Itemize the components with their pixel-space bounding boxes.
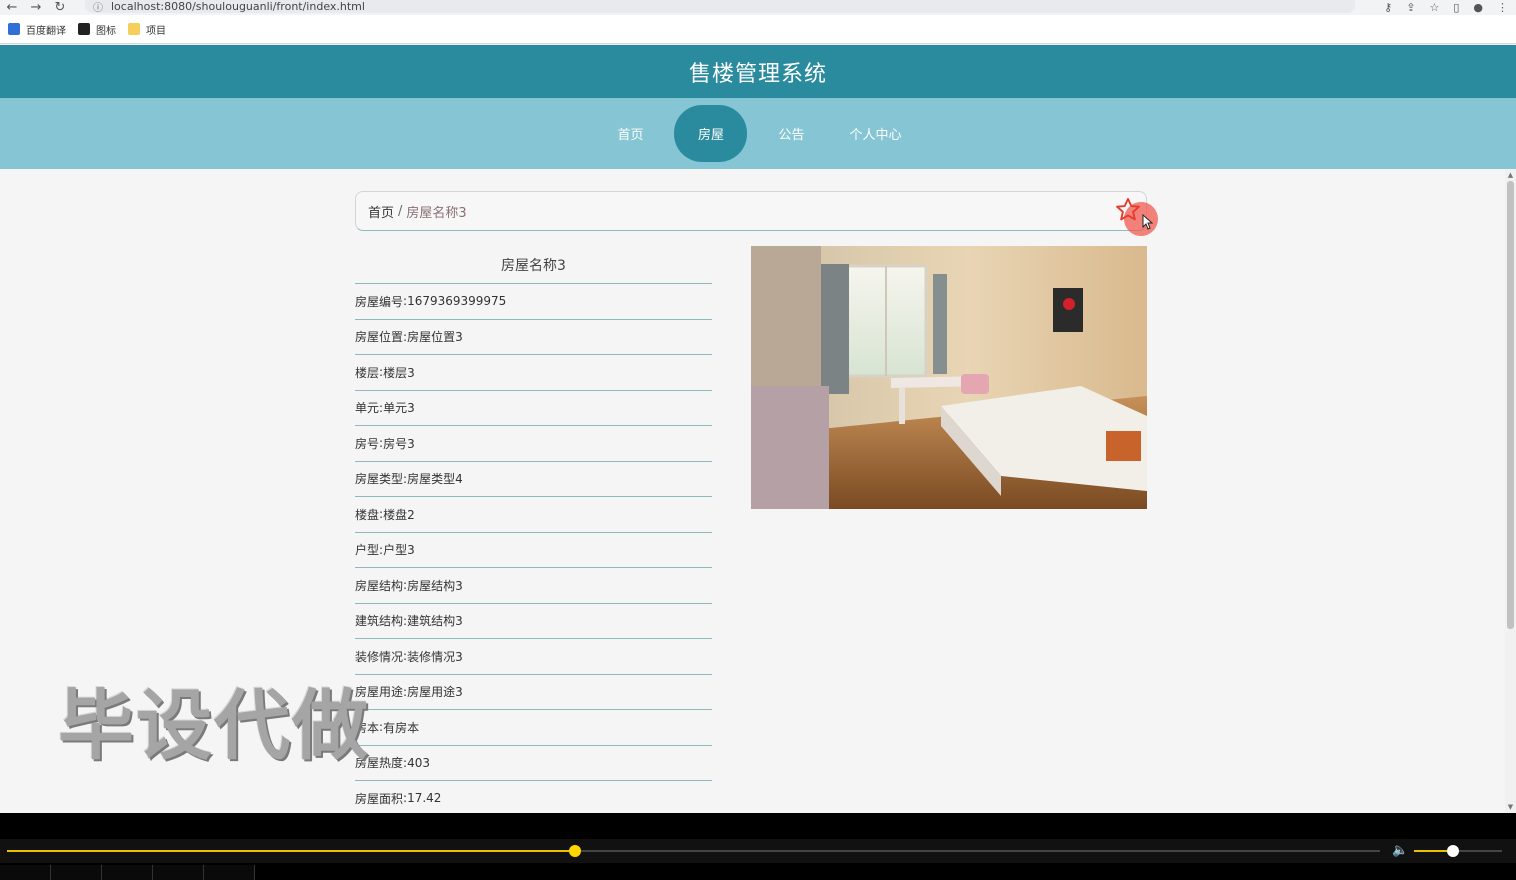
- volume-slider[interactable]: [1414, 845, 1502, 857]
- image-icon: [78, 23, 90, 35]
- detail-value: 楼层3: [383, 365, 415, 380]
- watermark-text: 毕设代做: [58, 681, 370, 770]
- breadcrumb: 首页 / 房屋名称3: [355, 191, 1158, 236]
- house-detail-list: 房屋编号: 1679369399975 房屋位置: 房屋位置3 楼层: 楼层3 单元:…: [355, 284, 712, 817]
- reload-icon[interactable]: ↻: [48, 0, 72, 15]
- detail-row: 房屋面积: 17.42: [355, 781, 712, 817]
- detail-label: 单元: [355, 401, 380, 416]
- breadcrumb-current: 房屋名称3: [406, 205, 467, 221]
- site-title: 售楼管理系统: [688, 61, 827, 87]
- detail-row: 建筑结构: 建筑结构3: [355, 604, 712, 639]
- bedroom-image: [751, 246, 1147, 509]
- detail-value: 装修情况3: [407, 649, 463, 664]
- detail-value: 房号3: [383, 436, 415, 451]
- bookmark-item[interactable]: 图标: [78, 22, 116, 37]
- url-text: localhost:8080/shoulouguanli/front/index…: [111, 0, 365, 13]
- back-arrow-icon[interactable]: ←: [0, 0, 24, 15]
- detail-row: 单元: 单元3: [355, 391, 712, 426]
- profile-icon[interactable]: ●: [1473, 1, 1483, 14]
- detail-row: 房本: 有房本: [355, 710, 712, 746]
- bookmark-item[interactable]: 项目: [128, 22, 166, 37]
- progress-slider[interactable]: [7, 845, 1380, 857]
- bookmark-star-icon[interactable]: ☆: [1429, 1, 1439, 14]
- progress-knob[interactable]: [568, 845, 581, 857]
- detail-row: 装修情况: 装修情况3: [355, 639, 712, 675]
- detail-value: 户型3: [383, 543, 415, 558]
- detail-row: 房号: 房号3: [355, 426, 712, 462]
- detail-value: 单元3: [383, 401, 415, 416]
- volume-knob[interactable]: [1446, 845, 1459, 857]
- detail-value: 1679369399975: [407, 294, 507, 309]
- star-icon: [1116, 197, 1140, 221]
- address-bar[interactable]: ⓘ localhost:8080/shoulouguanli/front/ind…: [85, 0, 1355, 14]
- house-title: 房屋名称3: [355, 246, 712, 284]
- bookmarks-bar: 百度翻译 图标 项目: [0, 15, 1516, 44]
- detail-row: 楼层: 楼层3: [355, 355, 712, 391]
- scroll-down-icon[interactable]: ▼: [1506, 803, 1515, 811]
- detail-value: 房屋结构3: [407, 578, 463, 593]
- detail-value: 房屋位置3: [407, 330, 463, 345]
- progress-fill: [7, 850, 575, 852]
- volume-icon[interactable]: 🔈: [1392, 843, 1408, 858]
- favorite-button[interactable]: [1114, 196, 1158, 236]
- detail-value: 有房本: [383, 720, 420, 735]
- bookmark-item[interactable]: 百度翻译: [8, 22, 66, 37]
- folder-icon: [128, 23, 140, 35]
- nav-item-houses[interactable]: 房屋: [674, 105, 748, 162]
- detail-label: 房屋位置: [355, 330, 404, 345]
- detail-label: 房屋编号: [355, 294, 404, 309]
- detail-row: 房屋结构: 房屋结构3: [355, 568, 712, 604]
- detail-label: 房号: [355, 436, 380, 451]
- key-icon[interactable]: ⚷: [1384, 1, 1392, 14]
- detail-value: 房屋类型4: [407, 472, 463, 487]
- segment: [51, 865, 102, 880]
- detail-row: 楼盘: 楼盘2: [355, 497, 712, 533]
- nav-item-profile[interactable]: 个人中心: [835, 105, 915, 162]
- video-player: 🔈: [0, 813, 1516, 880]
- detail-row: 房屋类型: 房屋类型4: [355, 462, 712, 497]
- browser-actions: ⚷ ⇪ ☆ ▯ ● ⋮: [1384, 0, 1508, 15]
- scroll-up-icon[interactable]: ▲: [1506, 171, 1515, 179]
- sidepanel-icon[interactable]: ▯: [1453, 1, 1459, 14]
- detail-label: 装修情况: [355, 649, 404, 664]
- page-scrollbar[interactable]: ▲ ▼: [1505, 169, 1516, 813]
- scroll-thumb[interactable]: [1507, 181, 1514, 629]
- main-nav: 首页 房屋 公告 个人中心: [0, 98, 1516, 169]
- detail-label: 房屋结构: [355, 578, 404, 593]
- segment: [0, 865, 51, 880]
- detail-value: 建筑结构3: [407, 614, 463, 629]
- segment: [153, 865, 204, 880]
- forward-arrow-icon[interactable]: →: [24, 0, 48, 15]
- house-photo: [751, 246, 1147, 509]
- share-icon[interactable]: ⇪: [1406, 1, 1415, 14]
- player-bottom-segments: [0, 865, 1516, 880]
- detail-label: 户型: [355, 543, 380, 558]
- menu-icon[interactable]: ⋮: [1497, 1, 1508, 14]
- nav-item-home[interactable]: 首页: [600, 105, 660, 162]
- detail-row: 户型: 户型3: [355, 533, 712, 568]
- breadcrumb-home-link[interactable]: 首页: [368, 202, 394, 221]
- detail-row: 房屋用途: 房屋用途3: [355, 675, 712, 710]
- detail-value: 楼盘2: [383, 507, 415, 522]
- detail-value: 17.42: [407, 791, 442, 806]
- detail-label: 建筑结构: [355, 614, 404, 629]
- detail-row: 房屋位置: 房屋位置3: [355, 320, 712, 355]
- nav-item-notices[interactable]: 公告: [761, 105, 821, 162]
- detail-value: 403: [407, 755, 430, 770]
- mouse-cursor-icon: [1142, 214, 1154, 230]
- detail-label: 楼盘: [355, 507, 380, 522]
- browser-toolbar: ← → ↻ ⓘ localhost:8080/shoulouguanli/fro…: [0, 0, 1516, 15]
- site-info-icon[interactable]: ⓘ: [93, 0, 103, 14]
- segment: [102, 865, 153, 880]
- detail-label: 房屋面积: [355, 791, 404, 806]
- segment: [204, 865, 255, 880]
- detail-row: 房屋编号: 1679369399975: [355, 284, 712, 320]
- detail-label: 房屋类型: [355, 472, 404, 487]
- translate-icon: [8, 23, 20, 35]
- detail-row: 房屋热度: 403: [355, 746, 712, 781]
- site-header: 售楼管理系统: [0, 45, 1516, 98]
- detail-label: 楼层: [355, 365, 380, 380]
- breadcrumb-separator: /: [398, 203, 403, 219]
- detail-value: 房屋用途3: [407, 685, 463, 700]
